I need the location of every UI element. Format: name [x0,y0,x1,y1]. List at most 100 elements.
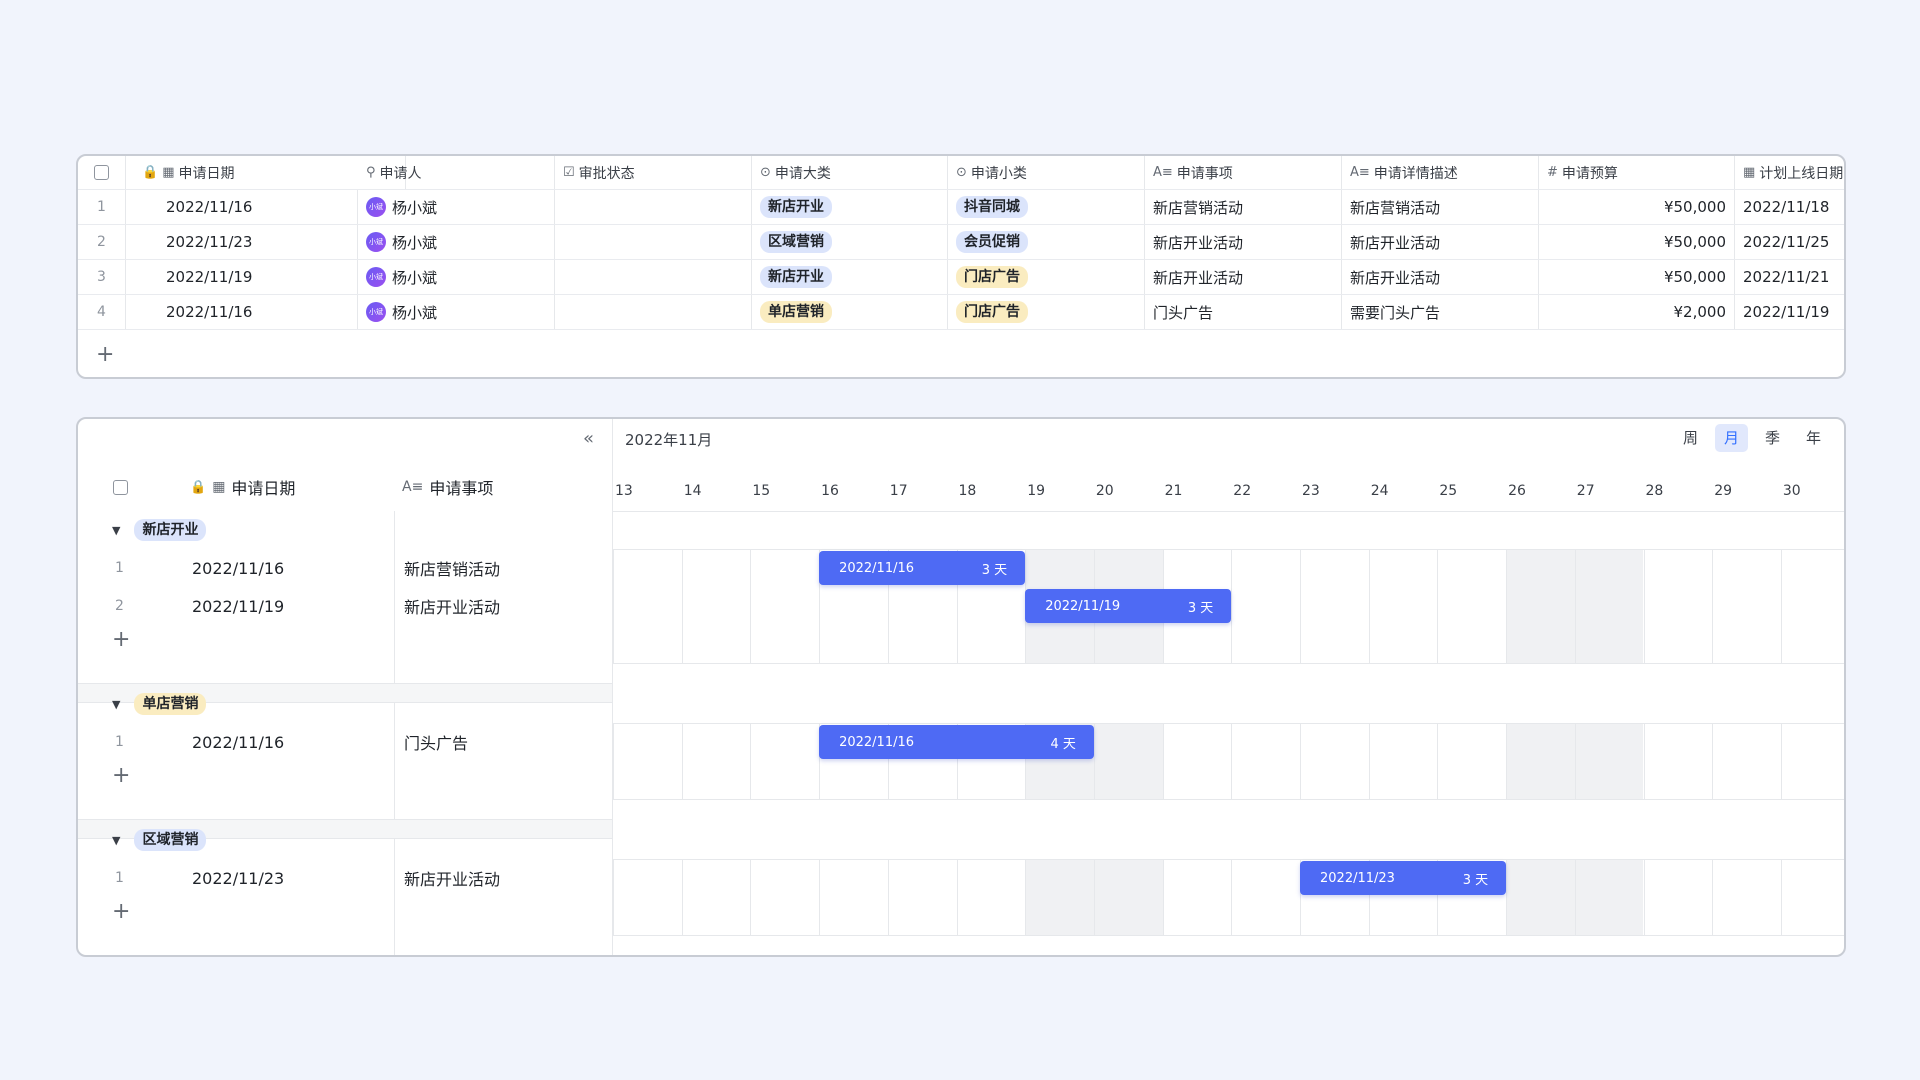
group-header[interactable]: ▼ 区域营销 [112,827,207,853]
item-cell[interactable]: 新店开业活动 [404,594,500,618]
day-column [1437,723,1506,799]
launch-date-cell[interactable]: 2022/11/18 [1735,190,1844,224]
calendar-icon: ▦ [212,479,226,495]
day-column [681,723,751,799]
add-record-button[interactable]: + [112,899,130,924]
column-header-item[interactable]: A≡ 申请事项 [402,475,493,499]
bar-start-label: 2022/11/23 [1320,870,1395,886]
column-header-applicant[interactable]: ⚲ 申请人 [358,156,555,189]
column-header-launch[interactable]: ▦ 计划上线日期 [1735,156,1844,189]
item-cell[interactable]: 新店开业活动 [404,866,500,890]
status-cell[interactable] [555,295,752,329]
group-header[interactable]: ▼ 单店营销 [112,691,207,717]
date-cell[interactable]: 2022/11/16 [192,559,284,578]
date-cell[interactable]: 2022/11/16 [126,295,358,329]
gantt-bar[interactable]: 2022/11/16 3 天 [819,551,1026,585]
column-header-subcategory[interactable]: ⊙ 申请小类 [948,156,1145,189]
category-cell[interactable]: 区域营销 [752,225,948,259]
record-row[interactable]: 2 2022/11/19 新店开业活动 [78,587,613,625]
subcategory-cell[interactable]: 门店广告 [948,295,1145,329]
day-label: 26 [1508,483,1526,499]
applicant-cell[interactable]: 小斌 杨小斌 [358,295,555,329]
table-row[interactable]: 1 2022/11/16 小斌 杨小斌 新店开业 抖音同城 新店营销活动 新店营销活动 ¥50,… [78,190,1844,225]
date-cell[interactable]: 2022/11/23 [192,869,284,888]
caret-down-icon[interactable]: ▼ [112,698,120,711]
date-cell[interactable]: 2022/11/19 [192,597,284,616]
applicant-cell[interactable]: 小斌 杨小斌 [358,260,555,294]
item-cell[interactable]: 新店开业活动 [1145,225,1342,259]
budget-cell[interactable]: ¥50,000 [1539,190,1735,224]
column-header-item[interactable]: A≡ 申请事项 [1145,156,1342,189]
record-row[interactable]: 1 2022/11/23 新店开业活动 [78,859,613,897]
day-label: 13 [615,483,633,499]
budget-cell[interactable]: ¥50,000 [1539,260,1735,294]
gantt-bar[interactable]: 2022/11/23 3 天 [1300,861,1507,895]
collapse-pane-button[interactable]: « [583,428,594,449]
budget-cell[interactable]: ¥2,000 [1539,295,1735,329]
add-record-button[interactable]: + [112,627,130,652]
approval-icon: ☑ [563,165,575,180]
budget-cell[interactable]: ¥50,000 [1539,225,1735,259]
column-header-category[interactable]: ⊙ 申请大类 [752,156,948,189]
date-cell[interactable]: 2022/11/16 [192,733,284,752]
category-cell[interactable]: 新店开业 [752,190,948,224]
detail-cell[interactable]: 新店营销活动 [1342,190,1539,224]
subcategory-cell[interactable]: 门店广告 [948,260,1145,294]
column-header-label: 申请日期 [231,479,296,498]
view-week-button[interactable]: 周 [1674,424,1707,452]
select-all-checkbox[interactable] [113,479,128,495]
status-cell[interactable] [555,225,752,259]
detail-cell[interactable]: 需要门头广告 [1342,295,1539,329]
gantt-left-pane: « 🔒 ▦ 申请日期 A≡ 申请事项 ▼ 新店开业 1 2022/11/16 新店营销活… [78,419,613,955]
add-record-button[interactable]: + [96,344,114,366]
applicant-cell[interactable]: 小斌 杨小斌 [358,225,555,259]
day-column [1712,549,1781,663]
status-cell[interactable] [555,190,752,224]
select-all-checkbox[interactable] [94,165,109,180]
view-quarter-button[interactable]: 季 [1756,424,1789,452]
column-header-budget[interactable]: # 申请预算 [1539,156,1735,189]
day-column [1780,723,1844,799]
item-cell[interactable]: 新店营销活动 [404,556,500,580]
category-cell[interactable]: 单店营销 [752,295,948,329]
caret-down-icon[interactable]: ▼ [112,834,120,847]
day-column [1162,723,1232,799]
detail-cell[interactable]: 新店开业活动 [1342,260,1539,294]
launch-date-cell[interactable]: 2022/11/19 [1735,295,1844,329]
record-row[interactable]: 1 2022/11/16 新店营销活动 [78,549,613,587]
item-cell[interactable]: 门头广告 [404,730,468,754]
day-label: 27 [1576,483,1595,499]
status-cell[interactable] [555,260,752,294]
item-cell[interactable]: 新店开业活动 [1145,260,1342,294]
column-header-detail[interactable]: A≡ 申请详情描述 [1342,156,1539,189]
table-row[interactable]: 2 2022/11/23 小斌 杨小斌 区域营销 会员促销 新店开业活动 新店开业活动 ¥50,… [78,225,1844,260]
date-cell[interactable]: 2022/11/19 [126,260,358,294]
column-header-status[interactable]: ☑ 审批状态 [555,156,752,189]
gantt-bar[interactable]: 2022/11/19 3 天 [1025,589,1232,623]
view-month-button[interactable]: 月 [1715,424,1748,452]
launch-date-cell[interactable]: 2022/11/21 [1735,260,1844,294]
detail-cell[interactable]: 新店开业活动 [1342,225,1539,259]
record-row[interactable]: 1 2022/11/16 门头广告 [78,723,613,761]
day-label: 22 [1233,483,1252,499]
category-tag: 单店营销 [760,301,832,323]
launch-date-cell[interactable]: 2022/11/25 [1735,225,1844,259]
table-row[interactable]: 3 2022/11/19 小斌 杨小斌 新店开业 门店广告 新店开业活动 新店开业活动 ¥50,… [78,260,1844,295]
column-header-date[interactable]: 🔒 ▦ 申请日期 [190,475,295,499]
category-cell[interactable]: 新店开业 [752,260,948,294]
item-cell[interactable]: 门头广告 [1145,295,1342,329]
date-cell[interactable]: 2022/11/23 [126,225,358,259]
group-header[interactable]: ▼ 新店开业 [112,517,207,543]
item-cell[interactable]: 新店营销活动 [1145,190,1342,224]
table-row[interactable]: 4 2022/11/16 小斌 杨小斌 单店营销 门店广告 门头广告 需要门头广告 ¥2,000… [78,295,1844,330]
subcategory-tag: 门店广告 [956,301,1028,323]
caret-down-icon[interactable]: ▼ [112,524,120,537]
add-record-button[interactable]: + [112,763,130,788]
subcategory-tag: 门店广告 [956,266,1028,288]
applicant-cell[interactable]: 小斌 杨小斌 [358,190,555,224]
subcategory-cell[interactable]: 抖音同城 [948,190,1145,224]
subcategory-cell[interactable]: 会员促销 [948,225,1145,259]
view-year-button[interactable]: 年 [1797,424,1830,452]
date-cell[interactable]: 2022/11/16 [126,190,358,224]
gantt-bar[interactable]: 2022/11/16 4 天 [819,725,1094,759]
